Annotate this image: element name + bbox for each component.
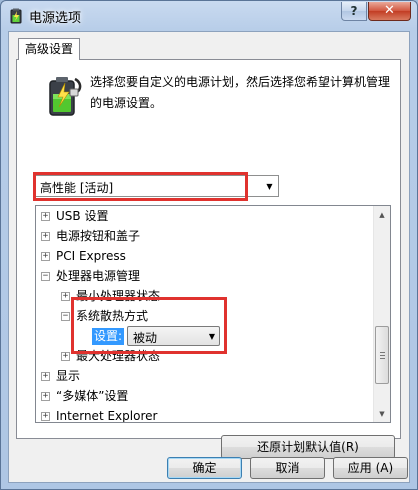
chevron-down-icon[interactable]: ▼ xyxy=(261,176,278,196)
tree-item-label: 处理器电源管理 xyxy=(56,269,141,283)
close-button[interactable]: ✕ xyxy=(368,2,411,21)
setting-label: 设置: xyxy=(92,328,125,345)
grip-line xyxy=(380,358,385,359)
tree-item-label: USB 设置 xyxy=(56,209,109,223)
scroll-up-icon[interactable]: ▲ xyxy=(374,206,390,223)
cancel-button[interactable]: 取消 xyxy=(250,457,325,479)
collapse-icon[interactable]: − xyxy=(61,312,70,321)
expand-icon[interactable]: + xyxy=(41,372,50,381)
tab-advanced-settings[interactable]: 高级设置 xyxy=(18,38,80,60)
settings-tree[interactable]: + USB 设置 + 电源按钮和盖子 + PCI Express − 处理器电源… xyxy=(35,205,391,423)
power-options-icon xyxy=(10,8,22,24)
scroll-thumb[interactable] xyxy=(375,326,389,384)
cooling-policy-dropdown[interactable]: 被动 ▼ xyxy=(127,326,220,346)
expand-icon[interactable]: + xyxy=(61,292,70,301)
ok-button[interactable]: 确定 xyxy=(167,457,242,479)
battery-plug-icon xyxy=(49,77,82,116)
cooling-policy-value: 被动 xyxy=(133,331,158,345)
tree-item-label: 系统散热方式 xyxy=(76,309,149,323)
window-title: 电源选项 xyxy=(29,11,82,26)
dialog-client-area: 高级设置 选择您要自定义的电源计划，然后选择您希望计算机管理的电源设置。 高性能… xyxy=(8,31,410,483)
title-bar[interactable]: 电源选项 ? ✕ xyxy=(1,1,417,31)
expand-icon[interactable]: + xyxy=(41,212,50,221)
scroll-down-icon[interactable]: ▼ xyxy=(374,405,390,422)
tree-scrollbar[interactable]: ▲ ▼ xyxy=(373,206,390,422)
chevron-down-icon[interactable]: ▼ xyxy=(209,332,215,341)
power-plan-value: 高性能 [活动] xyxy=(40,181,114,195)
tree-item-label: PCI Express xyxy=(56,249,126,263)
tree-item-label: 显示 xyxy=(56,369,81,383)
tree-item-label: 最小处理器状态 xyxy=(76,289,161,303)
expand-icon[interactable]: + xyxy=(61,352,70,361)
help-button[interactable]: ? xyxy=(341,2,367,21)
grip-line xyxy=(380,355,385,356)
expand-icon[interactable]: + xyxy=(41,232,50,241)
grip-line xyxy=(380,352,385,353)
expand-icon[interactable]: + xyxy=(41,412,50,421)
collapse-icon[interactable]: − xyxy=(41,272,50,281)
tree-item-label: 最大处理器状态 xyxy=(76,349,161,363)
apply-button[interactable]: 应用 (A) xyxy=(333,457,408,479)
expand-icon[interactable]: + xyxy=(41,252,50,261)
description-text: 选择您要自定义的电源计划，然后选择您希望计算机管理的电源设置。 xyxy=(90,75,391,110)
advanced-settings-panel: 选择您要自定义的电源计划，然后选择您希望计算机管理的电源设置。 高性能 [活动]… xyxy=(16,59,401,459)
expand-icon[interactable]: + xyxy=(41,392,50,401)
power-plan-dropdown[interactable]: 高性能 [活动] ▼ xyxy=(35,175,279,197)
power-options-window: 电源选项 ? ✕ 高级设置 选择您要自定义的电源计划，然后选择您希望计算机管理的… xyxy=(0,0,418,490)
restore-defaults-button[interactable]: 还原计划默认值(R) xyxy=(221,435,395,459)
tree-item-label: 电源按钮和盖子 xyxy=(56,229,141,243)
tree-item-label: Internet Explorer xyxy=(56,409,158,423)
tree-item-label: “多媒体”设置 xyxy=(56,389,129,403)
